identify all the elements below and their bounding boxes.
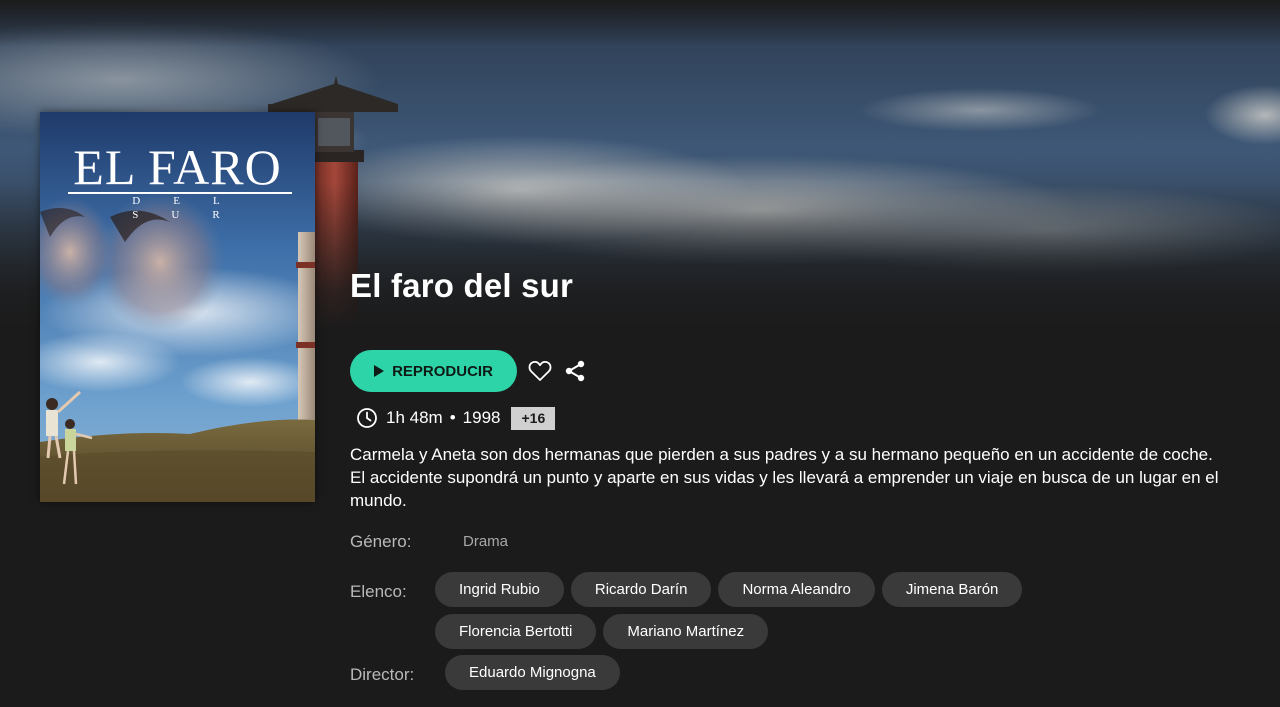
- director-chip[interactable]: Eduardo Mignogna: [445, 655, 620, 690]
- cast-chip[interactable]: Jimena Barón: [881, 572, 1023, 607]
- cast-row-2: Florencia Bertotti Mariano Martínez: [435, 614, 769, 649]
- cast-row-1: Ingrid Rubio Ricardo Darín Norma Aleandr…: [435, 572, 1023, 607]
- director-label: Director:: [350, 665, 415, 684]
- movie-meta: 1h 48m • 1998 +16: [356, 405, 556, 431]
- cast-chip[interactable]: Ricardo Darín: [570, 572, 712, 607]
- movie-title: El faro del sur: [350, 267, 574, 304]
- play-button-label: REPRODUCIR: [392, 362, 493, 380]
- movie-detail-page: EL FARO DEL SUR El faro del sur REPRODUC…: [0, 0, 1280, 707]
- share-button[interactable]: [563, 359, 587, 383]
- duration: 1h 48m: [386, 408, 443, 427]
- poster-title: EL FARO: [73, 139, 282, 195]
- age-rating-badge: +16: [511, 406, 556, 430]
- synopsis: Carmela y Aneta son dos hermanas que pie…: [350, 445, 1219, 510]
- release-year: 1998: [462, 408, 501, 427]
- favorite-button[interactable]: [528, 359, 552, 383]
- cast-chip[interactable]: Ingrid Rubio: [435, 572, 564, 607]
- share-icon: [565, 360, 585, 382]
- genre-label: Género:: [350, 532, 412, 551]
- cast-chip[interactable]: Norma Aleandro: [718, 572, 875, 607]
- movie-poster: EL FARO DEL SUR: [40, 112, 315, 502]
- clock-icon: [357, 408, 377, 428]
- play-button[interactable]: REPRODUCIR: [350, 350, 517, 392]
- genre-value: Drama: [463, 533, 509, 550]
- director-row: Eduardo Mignogna: [445, 655, 620, 690]
- meta-separator: •: [449, 408, 456, 427]
- cast-chip[interactable]: Florencia Bertotti: [435, 614, 597, 649]
- play-icon: [374, 365, 385, 377]
- cast-label: Elenco:: [350, 582, 407, 601]
- heart-outline-icon: [528, 360, 552, 381]
- poster-subtitle: DEL SUR: [132, 195, 253, 221]
- action-bar: REPRODUCIR: [350, 350, 587, 392]
- cast-chip[interactable]: Mariano Martínez: [603, 614, 769, 649]
